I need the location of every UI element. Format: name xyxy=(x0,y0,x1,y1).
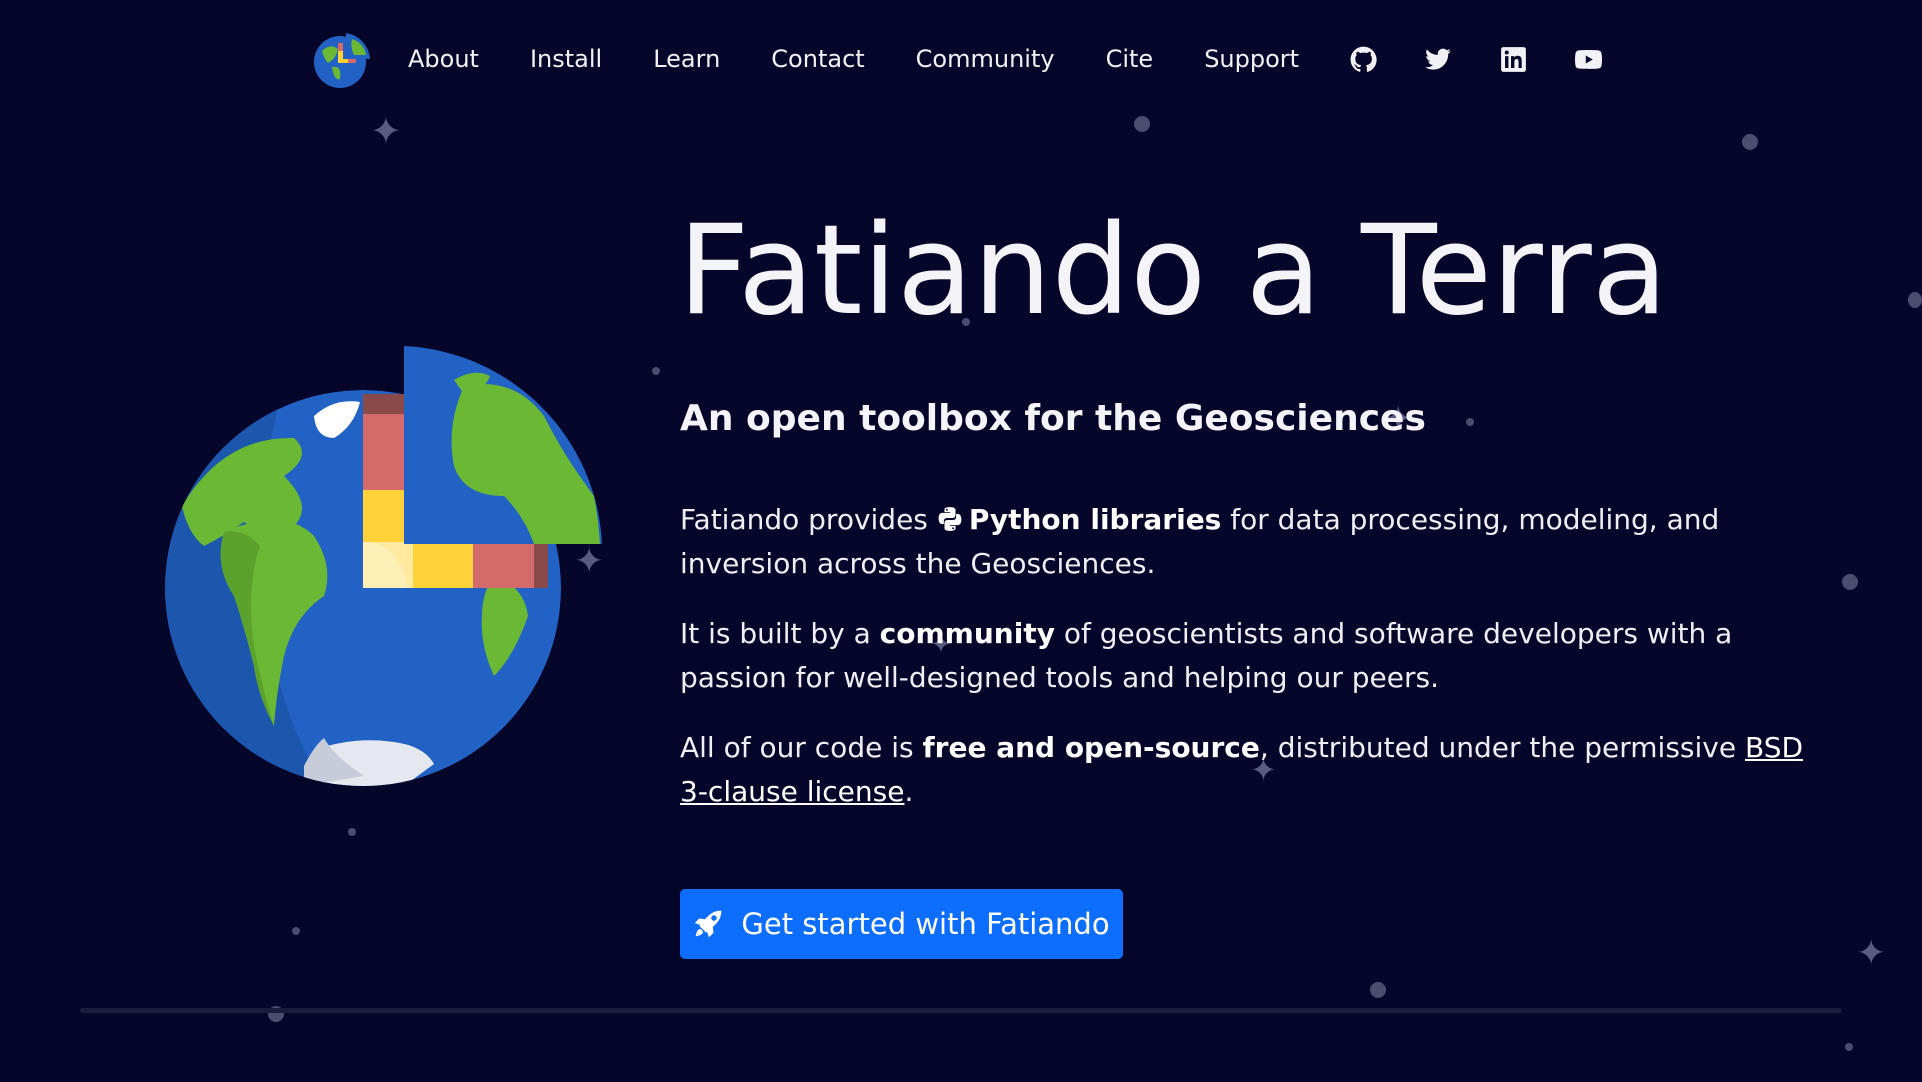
nav-link-community[interactable]: Community xyxy=(916,45,1055,73)
star-dot xyxy=(652,367,660,375)
python-libraries-text: Python libraries xyxy=(968,503,1222,536)
star-dot xyxy=(1370,982,1386,998)
top-navbar: About Install Learn Contact Community Ci… xyxy=(312,22,1650,96)
star-dot xyxy=(292,927,300,935)
text: . xyxy=(904,775,914,808)
star-dot xyxy=(1134,116,1150,132)
star-dot xyxy=(348,828,356,836)
text: All of our code is xyxy=(680,731,923,764)
nav-link-cite[interactable]: Cite xyxy=(1106,45,1154,73)
paragraph-community: It is built by a community of geoscienti… xyxy=(680,612,1830,700)
text: It is built by a xyxy=(680,617,880,650)
hero-subtitle: An open toolbox for the Geosciences xyxy=(680,398,1426,439)
text: , distributed under the permissive xyxy=(1259,731,1745,764)
page: ✦ ✦ ✦ ✦ ✦ ✦ About Install Learn Contact … xyxy=(0,0,1922,1082)
star-dot xyxy=(1466,418,1474,426)
nav-link-install[interactable]: Install xyxy=(530,45,602,73)
star-dot xyxy=(1845,1043,1853,1051)
get-started-button[interactable]: Get started with Fatiando xyxy=(680,889,1123,959)
get-started-label: Get started with Fatiando xyxy=(741,907,1110,941)
globe-illustration xyxy=(165,346,602,786)
twitter-icon[interactable] xyxy=(1425,46,1452,73)
hero-description: Fatiando provides Python libraries for d… xyxy=(680,498,1830,840)
fatiando-logo-icon[interactable] xyxy=(312,29,372,89)
text: Fatiando provides xyxy=(680,503,937,536)
star-dot xyxy=(1908,292,1922,308)
star-dot xyxy=(1742,134,1758,150)
nav-link-support[interactable]: Support xyxy=(1204,45,1299,73)
rocket-icon xyxy=(695,910,722,938)
section-divider xyxy=(80,1008,1842,1013)
youtube-icon[interactable] xyxy=(1575,46,1603,73)
paragraph-python-libraries: Fatiando provides Python libraries for d… xyxy=(680,498,1830,586)
paragraph-license: All of our code is free and open-source,… xyxy=(680,726,1830,814)
python-icon xyxy=(938,507,962,531)
nav-link-learn[interactable]: Learn xyxy=(653,45,720,73)
nav-link-about[interactable]: About xyxy=(408,45,479,73)
sparkle-icon: ✦ xyxy=(1856,933,1887,974)
open-source-text: free and open-source xyxy=(922,731,1260,764)
star-dot xyxy=(1842,574,1858,590)
community-text: community xyxy=(879,617,1055,650)
hero-title: Fatiando a Terra xyxy=(678,199,1668,343)
github-icon[interactable] xyxy=(1350,46,1377,73)
sparkle-icon: ✦ xyxy=(370,109,402,153)
nav-link-contact[interactable]: Contact xyxy=(771,45,864,73)
linkedin-icon[interactable] xyxy=(1500,46,1527,73)
